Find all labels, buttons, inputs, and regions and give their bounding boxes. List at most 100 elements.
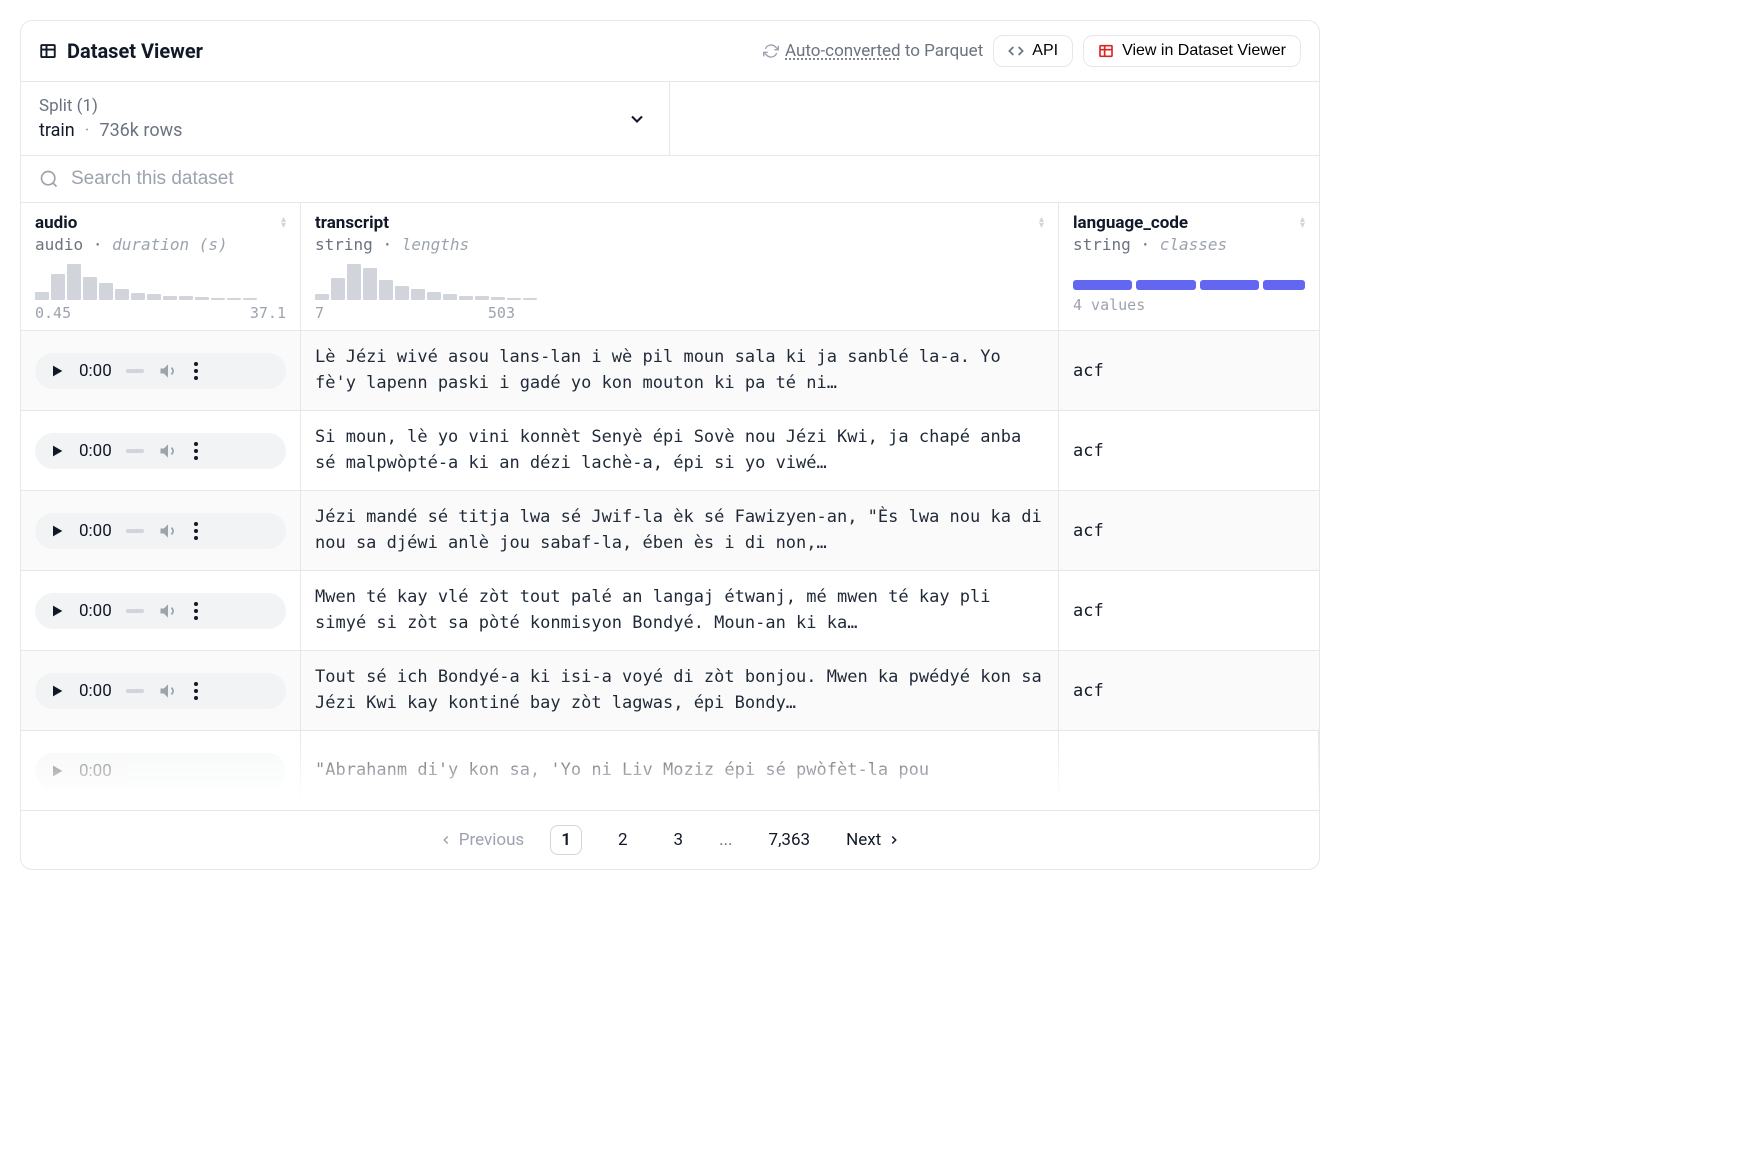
more-icon[interactable]	[192, 522, 200, 540]
table-row[interactable]: 0:00 Jézi mandé sé titja lwa sé Jwif-la …	[21, 491, 1319, 571]
hist-bar	[211, 298, 225, 300]
col-transcript-name: transcript	[315, 213, 389, 233]
hist-bar	[363, 268, 377, 300]
audio-player[interactable]: 0:00	[35, 753, 286, 789]
sort-icon[interactable]: ▴▾	[281, 217, 286, 229]
chevron-left-icon	[439, 833, 453, 847]
chevron-right-icon	[887, 833, 901, 847]
audio-player[interactable]: 0:00	[35, 433, 286, 469]
volume-icon[interactable]	[158, 681, 178, 701]
volume-icon[interactable]	[158, 361, 178, 381]
search-input[interactable]	[71, 168, 1301, 190]
more-icon[interactable]	[192, 602, 200, 620]
transcript-text: "Abrahanm di'y kon sa, 'Yo ni Liv Moziz …	[315, 758, 929, 784]
hist-bar	[427, 292, 441, 300]
more-icon[interactable]	[192, 682, 200, 700]
prev-label: Previous	[459, 830, 524, 850]
col-transcript-meta: lengths	[402, 235, 469, 254]
audio-track[interactable]	[126, 529, 144, 533]
column-header-transcript[interactable]: transcript ▴▾ string · lengths 7 503	[301, 203, 1059, 330]
transcript-max: 503	[488, 304, 515, 322]
play-icon[interactable]	[49, 443, 65, 459]
transcript-text: Lè Jézi wivé asou lans-lan i wè pil moun…	[315, 345, 1044, 396]
table-row[interactable]: 0:00 Tout sé ich Bondyé-a ki isi-a voyé …	[21, 651, 1319, 731]
hist-bar	[99, 283, 113, 300]
lang-cell: acf	[1059, 491, 1319, 570]
refresh-icon	[763, 43, 779, 59]
pagination-prev[interactable]: Previous	[439, 830, 524, 850]
page-2[interactable]: 2	[608, 826, 638, 854]
auto-converted-link[interactable]: Auto-converted	[785, 41, 901, 61]
search-icon	[39, 169, 59, 189]
split-empty-cell	[670, 82, 1319, 155]
api-button[interactable]: API	[993, 35, 1073, 67]
split-count-label: Split (1)	[39, 96, 651, 116]
volume-icon[interactable]	[158, 601, 178, 621]
title-text: Dataset Viewer	[67, 39, 203, 63]
audio-player[interactable]: 0:00	[35, 353, 286, 389]
column-header-lang[interactable]: language_code ▴▾ string · classes 4 valu…	[1059, 203, 1319, 330]
dataset-viewer-panel: Dataset Viewer Auto-converted to Parquet…	[20, 20, 1320, 870]
col-transcript-type: string	[315, 235, 373, 254]
split-rowcount: 736k rows	[99, 120, 182, 141]
col-lang-name: language_code	[1073, 213, 1188, 233]
column-header-audio[interactable]: audio ▴▾ audio · duration (s) 0.45 37.1	[21, 203, 301, 330]
panel-header: Dataset Viewer Auto-converted to Parquet…	[21, 21, 1319, 82]
more-icon[interactable]	[192, 362, 200, 380]
volume-icon[interactable]	[158, 441, 178, 461]
auto-converted-note[interactable]: Auto-converted to Parquet	[763, 41, 983, 61]
lang-values-count: 4 values	[1073, 296, 1305, 314]
view-in-viewer-button[interactable]: View in Dataset Viewer	[1083, 35, 1301, 67]
play-icon[interactable]	[49, 603, 65, 619]
more-icon[interactable]	[192, 442, 200, 460]
split-dropdown[interactable]: Split (1) train · 736k rows	[21, 82, 670, 155]
sort-icon[interactable]: ▴▾	[1039, 217, 1044, 229]
audio-player[interactable]: 0:00	[35, 593, 286, 629]
col-lang-type: string	[1073, 235, 1131, 254]
pagination-next[interactable]: Next	[846, 830, 901, 850]
page-1[interactable]: 1	[550, 825, 582, 855]
auto-converted-suffix: to Parquet	[901, 41, 984, 61]
lang-value: acf	[1073, 361, 1104, 381]
hist-bar	[379, 280, 393, 300]
hist-bar	[459, 296, 473, 300]
table-row[interactable]: 0:00 Si moun, lè yo vini konnèt Senyè ép…	[21, 411, 1319, 491]
hist-bar	[475, 296, 489, 300]
lang-value: acf	[1073, 521, 1104, 541]
hist-bar	[411, 289, 425, 300]
transcript-cell: Mwen té kay vlé zòt tout palé an langaj …	[301, 571, 1059, 650]
play-icon[interactable]	[49, 763, 65, 779]
lang-value: acf	[1073, 441, 1104, 461]
audio-min: 0.45	[35, 304, 71, 322]
play-icon[interactable]	[49, 363, 65, 379]
lang-cell: acf	[1059, 331, 1319, 410]
hist-bar	[523, 298, 537, 300]
sort-icon[interactable]: ▴▾	[1300, 217, 1305, 229]
page-last[interactable]: 7,363	[759, 826, 821, 854]
table-row[interactable]: 0:00 Mwen té kay vlé zòt tout palé an la…	[21, 571, 1319, 651]
code-icon	[1008, 43, 1024, 59]
audio-histogram[interactable]	[35, 264, 286, 300]
hist-bar	[131, 293, 145, 300]
table-row[interactable]: 0:00 Lè Jézi wivé asou lans-lan i wè pil…	[21, 331, 1319, 411]
audio-track[interactable]	[126, 609, 144, 613]
audio-track[interactable]	[126, 369, 144, 373]
audio-track[interactable]	[126, 689, 144, 693]
audio-player[interactable]: 0:00	[35, 673, 286, 709]
audio-track[interactable]	[126, 449, 144, 453]
volume-icon[interactable]	[158, 521, 178, 541]
play-icon[interactable]	[49, 683, 65, 699]
audio-time: 0:00	[79, 521, 112, 541]
lang-value: acf	[1073, 601, 1104, 621]
split-name: train	[39, 120, 75, 141]
col-audio-name: audio	[35, 213, 77, 233]
audio-time: 0:00	[79, 361, 112, 381]
hist-bar	[179, 296, 193, 300]
hist-bar	[115, 289, 129, 300]
play-icon[interactable]	[49, 523, 65, 539]
audio-player[interactable]: 0:00	[35, 513, 286, 549]
transcript-histogram[interactable]	[315, 264, 1044, 300]
lang-class-distribution[interactable]	[1073, 280, 1305, 290]
page-3[interactable]: 3	[664, 826, 694, 854]
transcript-text: Jézi mandé sé titja lwa sé Jwif-la èk sé…	[315, 505, 1044, 556]
